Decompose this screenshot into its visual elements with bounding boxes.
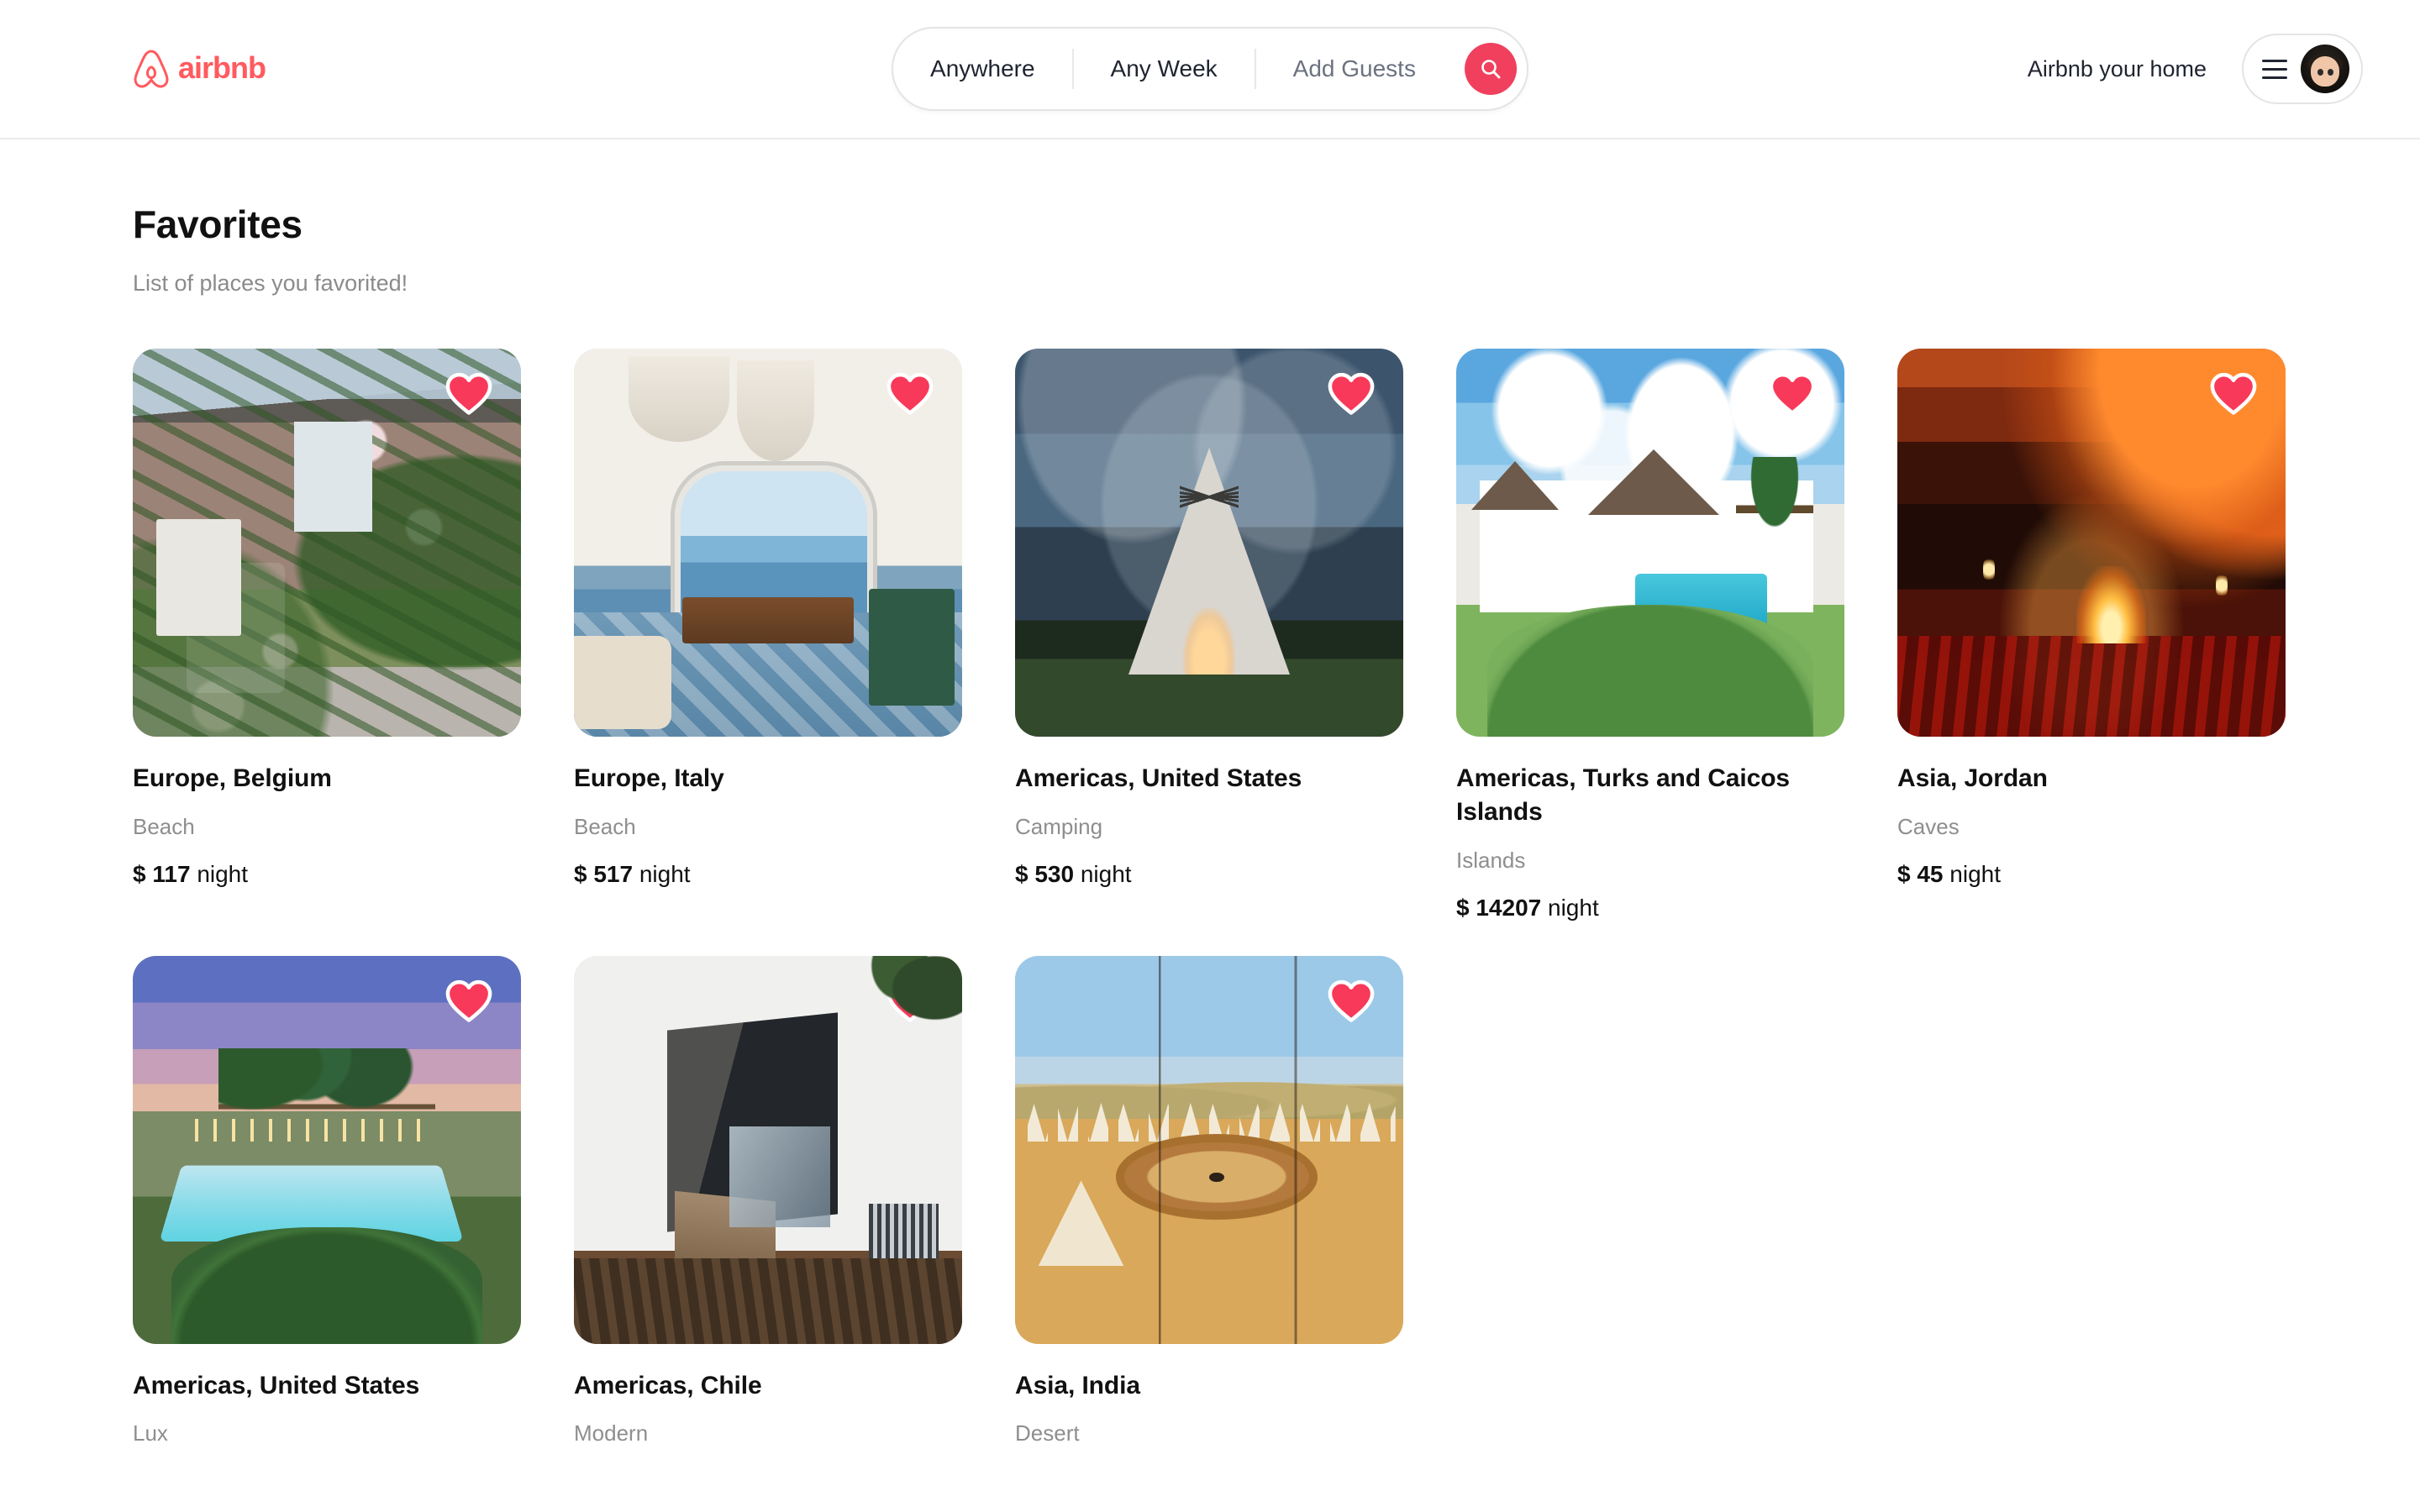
search-location-field[interactable]: Anywhere	[893, 57, 1072, 81]
avatar-face	[2311, 56, 2339, 87]
price-currency: $	[1897, 861, 1911, 887]
listing-type: Camping	[1015, 814, 1403, 840]
listing-card[interactable]: Europe, Belgium Beach $ 117 night	[133, 349, 521, 889]
price-unit: night	[639, 861, 691, 887]
listing-title: Americas, United States	[1015, 762, 1403, 795]
price-unit: night	[1548, 895, 1599, 921]
listing-title: Asia, India	[1015, 1369, 1403, 1403]
listing-type: Caves	[1897, 814, 2286, 840]
price-currency: $	[1015, 861, 1028, 887]
listing-title: Americas, Turks and Caicos Islands	[1456, 762, 1844, 829]
listing-title: Asia, Jordan	[1897, 762, 2286, 795]
listing-card[interactable]: Americas, United States Lux	[133, 956, 521, 1447]
listing-price: $ 530 night	[1015, 860, 1403, 889]
price-value: 530	[1034, 861, 1074, 887]
listing-photo[interactable]	[133, 956, 521, 1344]
listing-type: Beach	[574, 814, 962, 840]
price-value: 14207	[1476, 895, 1541, 921]
listing-title: Americas, United States	[133, 1369, 521, 1403]
search-dates-field[interactable]: Any Week	[1074, 57, 1255, 81]
listing-photo[interactable]	[133, 349, 521, 737]
favorite-heart-icon[interactable]	[1328, 372, 1375, 416]
search-icon	[1479, 57, 1502, 81]
price-unit: night	[1949, 861, 2001, 887]
listing-card[interactable]: Asia, India Desert	[1015, 956, 1403, 1447]
favorites-grid: Europe, Belgium Beach $ 117 night	[133, 349, 2287, 1447]
price-value: 45	[1917, 861, 1943, 887]
hamburger-icon[interactable]	[2262, 60, 2287, 79]
search-bar-container: Anywhere Any Week Add Guests	[892, 27, 1528, 111]
favorite-heart-icon[interactable]	[2210, 372, 2257, 416]
listing-title: Europe, Italy	[574, 762, 962, 795]
listing-card[interactable]: Asia, Jordan Caves $ 45 night	[1897, 349, 2286, 889]
airbnb-logo[interactable]: airbnb	[133, 49, 289, 89]
favorite-heart-icon[interactable]	[445, 372, 492, 416]
listing-price: $ 45 night	[1897, 860, 2286, 889]
favorite-heart-icon[interactable]	[1769, 372, 1816, 416]
price-value: 117	[152, 861, 190, 887]
favorite-heart-icon[interactable]	[886, 372, 934, 416]
listing-type: Desert	[1015, 1420, 1403, 1446]
photo-modern-concrete-house	[574, 956, 962, 1344]
listing-title: Europe, Belgium	[133, 762, 521, 795]
listing-photo[interactable]	[574, 349, 962, 737]
listing-price: $ 117 night	[133, 860, 521, 889]
search-submit-button[interactable]	[1465, 43, 1517, 95]
listing-photo[interactable]	[574, 956, 962, 1344]
airbnb-your-home-link[interactable]: Airbnb your home	[2028, 56, 2207, 82]
listing-price: $ 517 night	[574, 860, 962, 889]
favorites-page: Favorites List of places you favorited! …	[0, 139, 2420, 1447]
header-right-group: Airbnb your home	[2028, 34, 2363, 104]
photo-desert-tent-camp	[1015, 956, 1403, 1344]
listing-photo[interactable]	[1015, 956, 1403, 1344]
avatar-eye-left	[2317, 69, 2323, 76]
search-bar[interactable]: Anywhere Any Week Add Guests	[892, 27, 1528, 111]
svg-text:airbnb: airbnb	[178, 52, 266, 85]
price-currency: $	[133, 861, 146, 887]
price-unit: night	[1081, 861, 1132, 887]
search-guests-field[interactable]: Add Guests	[1256, 57, 1453, 81]
airbnb-belo-icon	[133, 49, 170, 89]
listing-photo[interactable]	[1897, 349, 2286, 737]
page-subtitle: List of places you favorited!	[133, 270, 2287, 297]
favorite-heart-icon[interactable]	[445, 979, 492, 1023]
listing-card[interactable]: Europe, Italy Beach $ 517 night	[574, 349, 962, 889]
price-unit: night	[197, 861, 248, 887]
user-avatar[interactable]	[2301, 45, 2349, 93]
price-currency: $	[1456, 895, 1470, 921]
listing-price: $ 14207 night	[1456, 894, 1844, 922]
listing-card[interactable]: Americas, Chile Modern	[574, 956, 962, 1447]
listing-photo[interactable]	[1015, 349, 1403, 737]
airbnb-wordmark: airbnb	[178, 52, 289, 86]
listing-type: Islands	[1456, 848, 1844, 874]
price-value: 517	[593, 861, 633, 887]
listing-photo[interactable]	[1456, 349, 1844, 737]
listing-type: Modern	[574, 1420, 962, 1446]
price-currency: $	[574, 861, 587, 887]
listing-card[interactable]: Americas, United States Camping $ 530 ni…	[1015, 349, 1403, 889]
site-header: airbnb Anywhere Any Week Add Guests Airb…	[0, 0, 2420, 139]
listing-card[interactable]: Americas, Turks and Caicos Islands Islan…	[1456, 349, 1844, 922]
listing-type: Lux	[133, 1420, 521, 1446]
listing-type: Beach	[133, 814, 521, 840]
listing-title: Americas, Chile	[574, 1369, 962, 1403]
page-title: Favorites	[133, 203, 2287, 246]
user-menu-button[interactable]	[2242, 34, 2363, 104]
